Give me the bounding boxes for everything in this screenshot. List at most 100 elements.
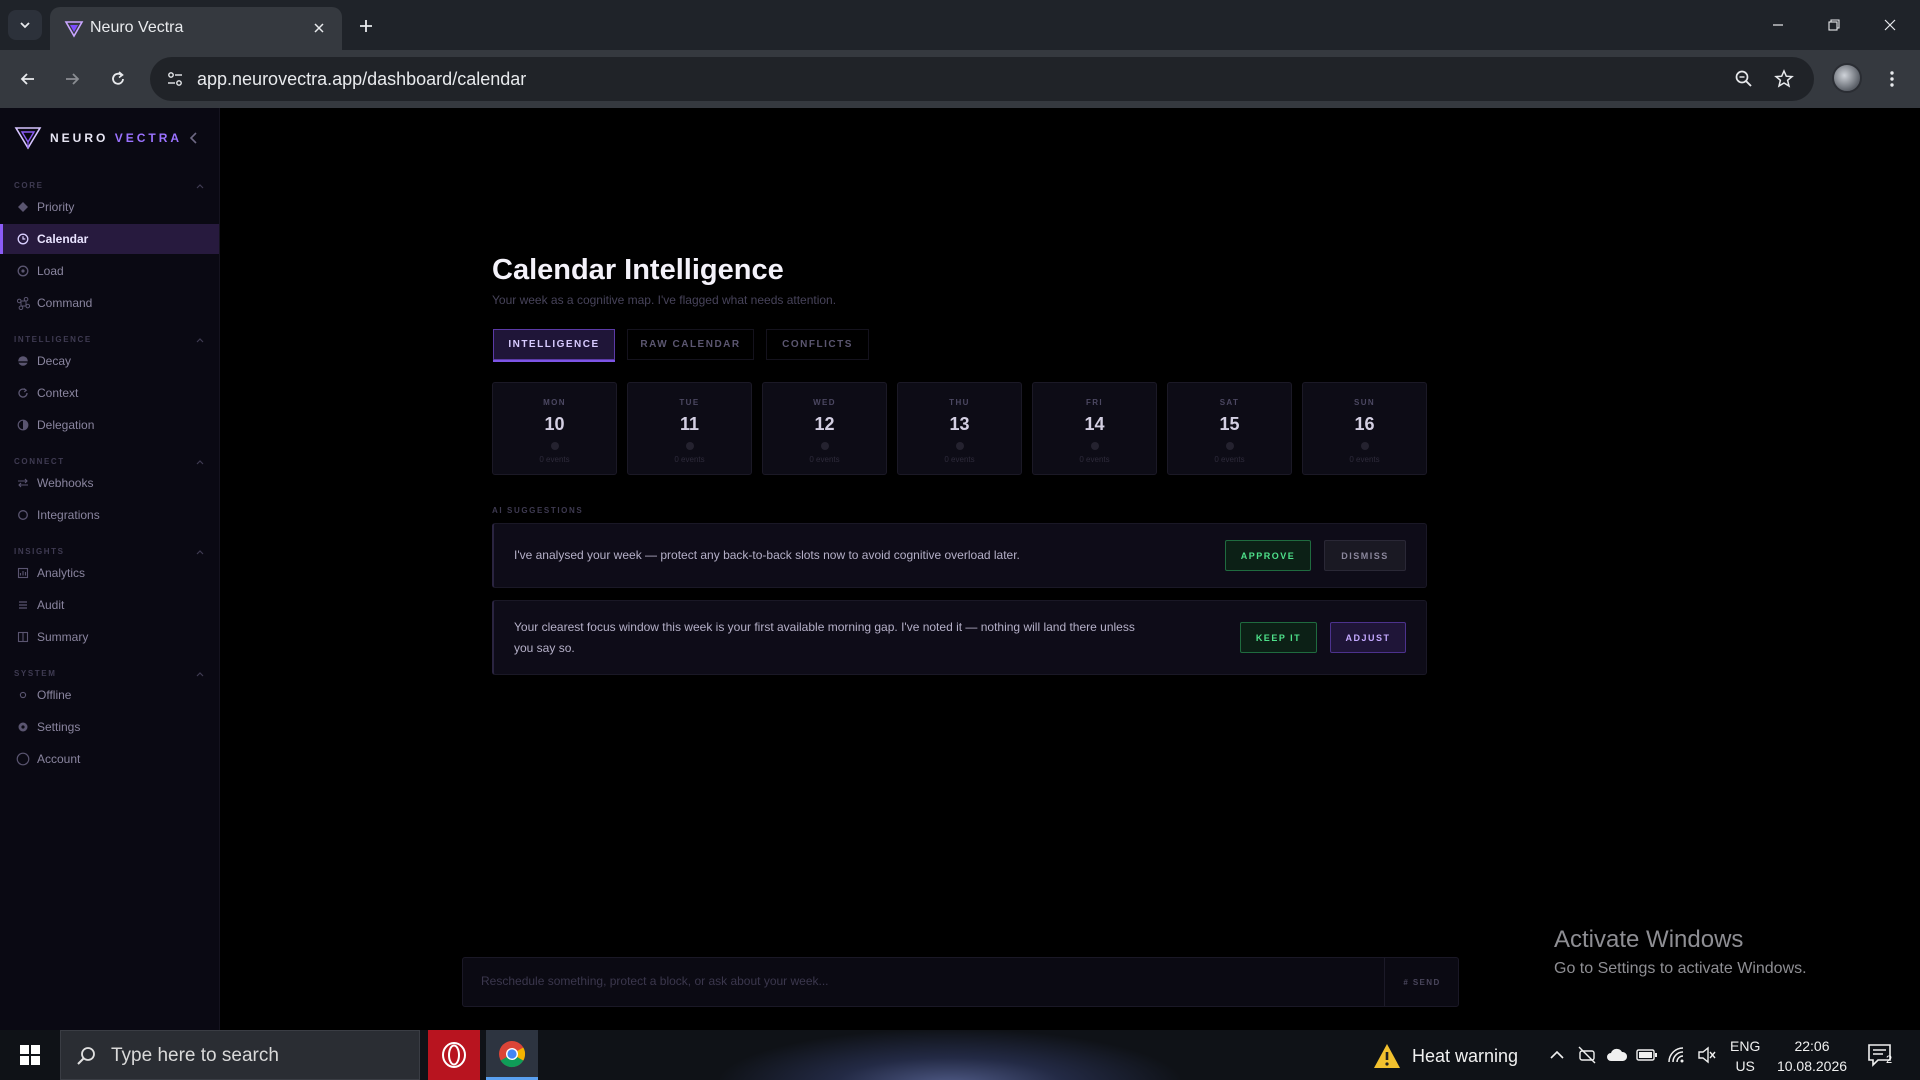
restore-button[interactable] bbox=[1812, 8, 1856, 42]
address-bar[interactable]: app.neurovectra.app/dashboard/calendar bbox=[150, 57, 1814, 101]
collapse-system-button[interactable] bbox=[194, 669, 206, 679]
profile-avatar[interactable] bbox=[1832, 63, 1862, 93]
sidebar-item-load[interactable]: Load bbox=[0, 256, 219, 286]
day-card-sat[interactable]: SAT 15 0 events bbox=[1167, 382, 1292, 475]
battery-icon bbox=[1636, 1049, 1657, 1061]
collapse-connect-button[interactable] bbox=[194, 457, 206, 467]
keep-it-button[interactable]: KEEP IT bbox=[1240, 622, 1317, 653]
approve-button[interactable]: APPROVE bbox=[1225, 540, 1311, 571]
site-info-button[interactable] bbox=[164, 68, 186, 90]
forward-button[interactable] bbox=[56, 63, 88, 95]
day-card-fri[interactable]: FRI 14 0 events bbox=[1032, 382, 1157, 475]
tab-search-button[interactable] bbox=[8, 10, 42, 40]
browser-tab[interactable]: Neuro Vectra bbox=[50, 7, 342, 50]
sidebar-item-summary[interactable]: Summary bbox=[0, 622, 219, 652]
day-card-tue[interactable]: TUE 11 0 events bbox=[627, 382, 752, 475]
day-event-count: 0 events bbox=[674, 455, 705, 464]
input-language-indicator[interactable]: ENG US bbox=[1730, 1036, 1760, 1076]
onedrive-tray-button[interactable] bbox=[1606, 1044, 1628, 1066]
battery-tray-button[interactable] bbox=[1636, 1044, 1658, 1066]
day-number: 14 bbox=[1084, 414, 1105, 434]
browser-menu-button[interactable] bbox=[1880, 63, 1904, 95]
sidebar-item-command[interactable]: Command bbox=[0, 288, 219, 318]
sidebar-item-audit[interactable]: Audit bbox=[0, 590, 219, 620]
tune-icon bbox=[168, 72, 182, 86]
collapse-core-button[interactable] bbox=[194, 181, 206, 191]
assistant-chat-bar: Reschedule something, protect a block, o… bbox=[462, 957, 1459, 1007]
network-tray-button[interactable] bbox=[1666, 1044, 1688, 1066]
day-card-mon[interactable]: MON 10 0 events bbox=[492, 382, 617, 475]
sidebar-item-offline[interactable]: Offline bbox=[0, 680, 219, 710]
sidebar-item-context[interactable]: Context bbox=[0, 378, 219, 408]
volume-tray-button[interactable] bbox=[1696, 1044, 1718, 1066]
day-event-count: 0 events bbox=[1349, 455, 1380, 464]
tab-raw-calendar[interactable]: RAW CALENDAR bbox=[627, 329, 754, 360]
taskbar-app-chrome[interactable] bbox=[486, 1030, 538, 1080]
sidebar-item-priority[interactable]: Priority bbox=[0, 192, 219, 222]
load-indicator-dot bbox=[551, 442, 559, 450]
tab-conflicts[interactable]: CONFLICTS bbox=[766, 329, 869, 360]
volume-muted-icon bbox=[1698, 1046, 1716, 1064]
sidebar-item-delegation[interactable]: Delegation bbox=[0, 410, 219, 440]
watermark-subtitle: Go to Settings to activate Windows. bbox=[1554, 960, 1807, 977]
neuro-vectra-favicon-icon bbox=[64, 21, 84, 38]
collapse-insights-button[interactable] bbox=[194, 547, 206, 557]
bookmark-button[interactable] bbox=[1772, 67, 1796, 91]
chevron-up-icon bbox=[196, 672, 204, 677]
load-indicator-dot bbox=[1091, 442, 1099, 450]
back-button[interactable] bbox=[12, 63, 44, 95]
day-name: WED bbox=[813, 398, 836, 407]
sidebar-item-label: Summary bbox=[37, 630, 89, 644]
chevron-up-icon bbox=[196, 460, 204, 465]
sidebar-item-label: Priority bbox=[37, 200, 75, 214]
chat-input[interactable]: Reschedule something, protect a block, o… bbox=[481, 974, 829, 988]
section-label-system: SYSTEM bbox=[14, 669, 57, 678]
sidebar-item-account[interactable]: Account bbox=[0, 744, 219, 774]
collapse-intelligence-button[interactable] bbox=[194, 335, 206, 345]
taskbar-app-opera[interactable] bbox=[428, 1030, 480, 1080]
sidebar-item-label: Settings bbox=[37, 720, 81, 734]
windows-taskbar: Type here to search Heat warning ENG US … bbox=[0, 1030, 1920, 1080]
adjust-button[interactable]: ADJUST bbox=[1330, 622, 1406, 653]
day-card-sun[interactable]: SUN 16 0 events bbox=[1302, 382, 1427, 475]
tab-intelligence[interactable]: INTELLIGENCE bbox=[493, 329, 615, 360]
sidebar-item-decay[interactable]: Decay bbox=[0, 346, 219, 376]
load-indicator-dot bbox=[1226, 442, 1234, 450]
clock-time: 22:06 bbox=[1794, 1038, 1830, 1054]
sidebar-item-analytics[interactable]: Analytics bbox=[0, 558, 219, 588]
chevron-up-icon bbox=[196, 550, 204, 555]
dismiss-button[interactable]: DISMISS bbox=[1324, 540, 1406, 571]
day-event-count: 0 events bbox=[1214, 455, 1245, 464]
section-label-intelligence: INTELLIGENCE bbox=[14, 335, 92, 344]
send-button[interactable]: # SEND bbox=[1385, 958, 1459, 1006]
notification-count-badge: 2 bbox=[1886, 1054, 1893, 1066]
sidebar-item-settings[interactable]: Settings bbox=[0, 712, 219, 742]
sidebar-item-calendar[interactable]: Calendar bbox=[0, 224, 219, 254]
day-event-count: 0 events bbox=[809, 455, 840, 464]
tab-close-button[interactable] bbox=[308, 17, 330, 39]
location-off-tray-button[interactable] bbox=[1576, 1044, 1598, 1066]
new-tab-button[interactable] bbox=[352, 12, 380, 40]
weather-widget[interactable]: Heat warning bbox=[1372, 1042, 1518, 1070]
reload-button[interactable] bbox=[102, 63, 134, 95]
day-card-thu[interactable]: THU 13 0 events bbox=[897, 382, 1022, 475]
book-icon bbox=[16, 630, 30, 644]
zoom-button[interactable] bbox=[1732, 67, 1756, 91]
show-hidden-icons-button[interactable] bbox=[1546, 1044, 1568, 1066]
cloud-icon bbox=[1607, 1048, 1628, 1061]
sidebar-item-webhooks[interactable]: Webhooks bbox=[0, 468, 219, 498]
url-text[interactable]: app.neurovectra.app/dashboard/calendar bbox=[197, 69, 526, 90]
collapse-sidebar-button[interactable] bbox=[186, 128, 202, 148]
star-icon bbox=[1774, 69, 1794, 88]
brand[interactable]: NEURO VECTRA bbox=[14, 126, 182, 150]
taskbar-search[interactable]: Type here to search bbox=[60, 1030, 420, 1080]
taskbar-clock[interactable]: 22:06 10.08.2026 bbox=[1774, 1036, 1850, 1076]
windows-logo-icon bbox=[20, 1045, 40, 1065]
sidebar-item-integrations[interactable]: Integrations bbox=[0, 500, 219, 530]
day-card-wed[interactable]: WED 12 0 events bbox=[762, 382, 887, 475]
minimize-button[interactable] bbox=[1756, 8, 1800, 42]
close-window-button[interactable] bbox=[1868, 8, 1912, 42]
start-button[interactable] bbox=[10, 1038, 50, 1072]
page-subtitle: Your week as a cognitive map. I've flagg… bbox=[492, 293, 837, 307]
sidebar-item-label: Integrations bbox=[37, 508, 100, 522]
